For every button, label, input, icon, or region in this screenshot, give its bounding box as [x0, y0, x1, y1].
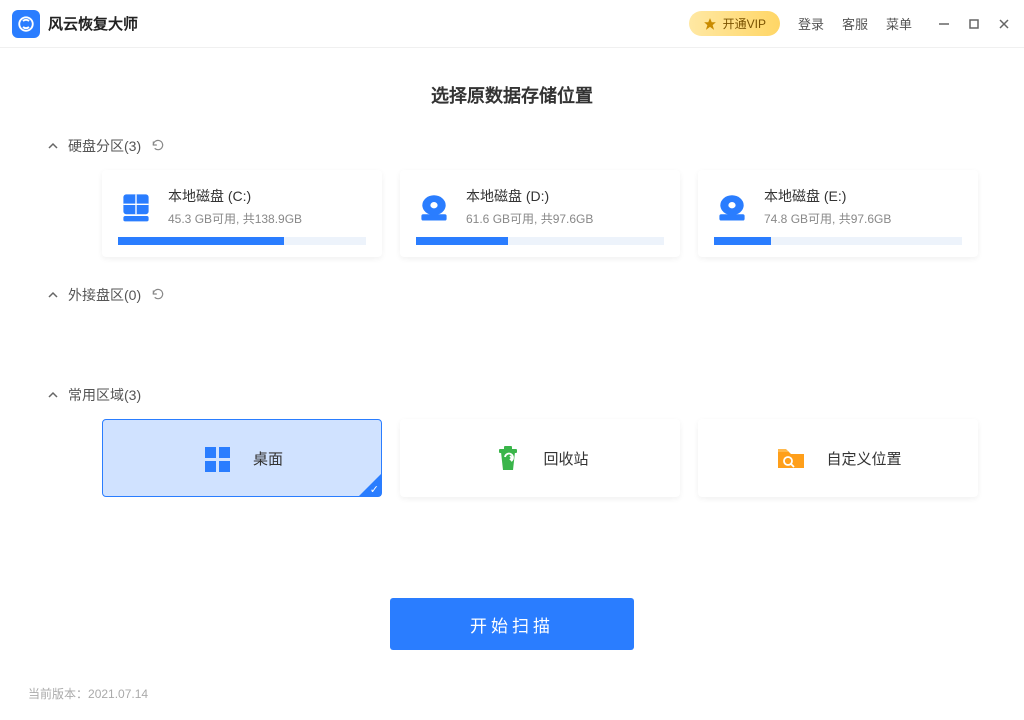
app-title: 风云恢复大师	[48, 13, 138, 34]
refresh-icon[interactable]	[151, 138, 167, 154]
disk-cards-row: 本地磁盘 (C:) 45.3 GB可用, 共138.9GB 本地磁盘 (D:) …	[102, 170, 978, 257]
area-card-recycle[interactable]: 回收站	[400, 419, 680, 497]
titlebar-right: 开通VIP 登录 客服 菜单	[689, 11, 1012, 36]
disk-usage-fill	[416, 237, 508, 245]
area-card-desktop[interactable]: 桌面 ✓	[102, 419, 382, 497]
external-section-label: 外接盘区(0)	[68, 285, 141, 305]
disk-card-e[interactable]: 本地磁盘 (E:) 74.8 GB可用, 共97.6GB	[698, 170, 978, 257]
disk-name: 本地磁盘 (D:)	[466, 186, 593, 206]
folder-icon	[774, 441, 808, 475]
support-link[interactable]: 客服	[842, 14, 868, 33]
external-section-header[interactable]: 外接盘区(0)	[46, 285, 978, 305]
disk-name: 本地磁盘 (C:)	[168, 186, 302, 206]
desktop-icon	[201, 441, 235, 475]
disk-size: 45.3 GB可用, 共138.9GB	[168, 210, 302, 227]
titlebar: 风云恢复大师 开通VIP 登录 客服 菜单	[0, 0, 1024, 48]
maximize-button[interactable]	[966, 16, 982, 32]
disk-usage-bar	[118, 237, 366, 245]
disk-usage-fill	[714, 237, 771, 245]
logo-block: 风云恢复大师	[12, 10, 138, 38]
minimize-button[interactable]	[936, 16, 952, 32]
disks-section-header[interactable]: 硬盘分区(3)	[46, 136, 978, 156]
area-label: 桌面	[253, 448, 283, 469]
chevron-up-icon	[46, 139, 60, 153]
area-label: 自定义位置	[826, 448, 901, 469]
disk-usage-fill	[118, 237, 284, 245]
chevron-up-icon	[46, 388, 60, 402]
app-logo-icon	[12, 10, 40, 38]
vip-button[interactable]: 开通VIP	[689, 11, 780, 36]
menu-link[interactable]: 菜单	[886, 14, 912, 33]
disc-icon	[416, 189, 452, 225]
refresh-icon[interactable]	[151, 287, 167, 303]
login-link[interactable]: 登录	[798, 14, 824, 33]
disk-size: 74.8 GB可用, 共97.6GB	[764, 210, 891, 227]
area-card-custom[interactable]: 自定义位置	[698, 419, 978, 497]
check-icon: ✓	[370, 483, 379, 496]
area-cards-row: 桌面 ✓ 回收站 自定义位置	[102, 419, 978, 497]
common-section-label: 常用区域(3)	[68, 385, 141, 405]
disk-usage-bar	[416, 237, 664, 245]
main-content: 选择原数据存储位置 硬盘分区(3) 本地磁盘 (C:) 45.3 GB可用, 共…	[0, 82, 1024, 497]
recycle-icon	[491, 441, 525, 475]
disk-card-d[interactable]: 本地磁盘 (D:) 61.6 GB可用, 共97.6GB	[400, 170, 680, 257]
close-button[interactable]	[996, 16, 1012, 32]
disk-name: 本地磁盘 (E:)	[764, 186, 891, 206]
chevron-up-icon	[46, 288, 60, 302]
disk-usage-bar	[714, 237, 962, 245]
window-controls	[936, 16, 1012, 32]
area-label: 回收站	[543, 448, 588, 469]
start-scan-button[interactable]: 开始扫描	[390, 598, 634, 650]
hdd-icon	[118, 189, 154, 225]
version-label: 当前版本：2021.07.14	[28, 685, 148, 702]
common-section-header[interactable]: 常用区域(3)	[46, 385, 978, 405]
disc-icon	[714, 189, 750, 225]
vip-badge-icon	[703, 17, 717, 31]
page-title: 选择原数据存储位置	[46, 82, 978, 108]
disk-card-c[interactable]: 本地磁盘 (C:) 45.3 GB可用, 共138.9GB	[102, 170, 382, 257]
vip-label: 开通VIP	[723, 15, 766, 32]
disk-size: 61.6 GB可用, 共97.6GB	[466, 210, 593, 227]
disks-section-label: 硬盘分区(3)	[68, 136, 141, 156]
